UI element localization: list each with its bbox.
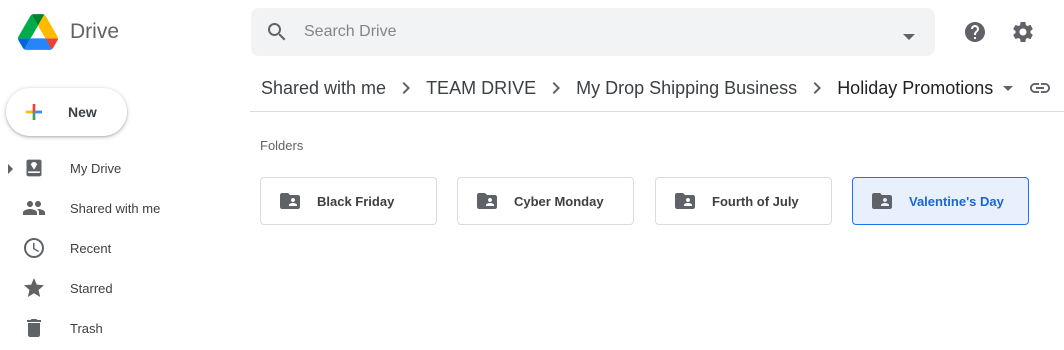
folder-black-friday[interactable]: Black Friday [260,177,437,225]
shared-folder-icon [870,189,894,213]
search-icon[interactable] [265,20,289,44]
shared-folder-icon [278,189,302,213]
drive-logo[interactable]: Drive [18,14,119,50]
chevron-right-icon [386,76,426,100]
shared-folder-icon [673,189,697,213]
sidebar-item-shared-with-me[interactable]: Shared with me [0,188,240,228]
header-divider [250,111,1064,112]
folder-valentines-day[interactable]: Valentine's Day [852,177,1029,225]
clock-icon [22,236,46,260]
sidebar-item-label: Shared with me [70,200,161,216]
breadcrumb-current-folder[interactable]: Holiday Promotions [837,78,993,99]
plus-icon [26,104,42,120]
people-icon [22,196,46,220]
folder-name: Valentine's Day [909,193,1004,209]
search-bar[interactable] [251,8,935,56]
breadcrumb: Shared with me TEAM DRIVE My Drop Shippi… [261,72,1014,104]
folder-name: Fourth of July [712,193,799,209]
app-name: Drive [70,20,120,43]
shared-folder-icon [475,189,499,213]
sidebar-item-label: My Drive [70,160,122,176]
sidebar-item-label: Recent [70,240,112,256]
folders-section-title: Folders [260,138,304,153]
folder-menu-dropdown-icon[interactable] [1003,85,1014,91]
folder-name: Cyber Monday [514,193,604,209]
folder-fourth-of-july[interactable]: Fourth of July [655,177,832,225]
folder-cyber-monday[interactable]: Cyber Monday [457,177,634,225]
breadcrumb-item-team-drive[interactable]: TEAM DRIVE [426,78,536,99]
sidebar-item-starred[interactable]: Starred [0,268,240,308]
expand-arrow-icon[interactable] [8,164,13,174]
sidebar-item-trash[interactable]: Trash [0,308,240,348]
sidebar-item-label: Starred [70,280,113,296]
my-drive-icon [22,156,46,180]
sidebar-item-my-drive[interactable]: My Drive [0,148,240,188]
sidebar-item-label: Trash [70,320,103,336]
settings-gear-icon[interactable] [1011,20,1035,44]
help-icon[interactable] [963,20,987,44]
get-link-icon[interactable] [1028,76,1052,100]
drive-logo-icon [18,14,58,50]
new-button[interactable]: New [6,88,127,136]
search-options-caret-icon[interactable] [903,28,915,46]
chevron-right-icon [536,76,576,100]
star-icon [22,276,46,300]
sidebar-item-recent[interactable]: Recent [0,228,240,268]
new-button-label: New [68,104,97,120]
chevron-right-icon [797,76,837,100]
breadcrumb-item-shared-with-me[interactable]: Shared with me [261,78,386,99]
folder-name: Black Friday [317,193,395,209]
search-input[interactable] [304,23,884,41]
breadcrumb-item-drop-shipping[interactable]: My Drop Shipping Business [576,78,797,99]
sidebar-nav: My Drive Shared with me Recent Starred T… [0,148,240,348]
trash-icon [22,316,46,340]
